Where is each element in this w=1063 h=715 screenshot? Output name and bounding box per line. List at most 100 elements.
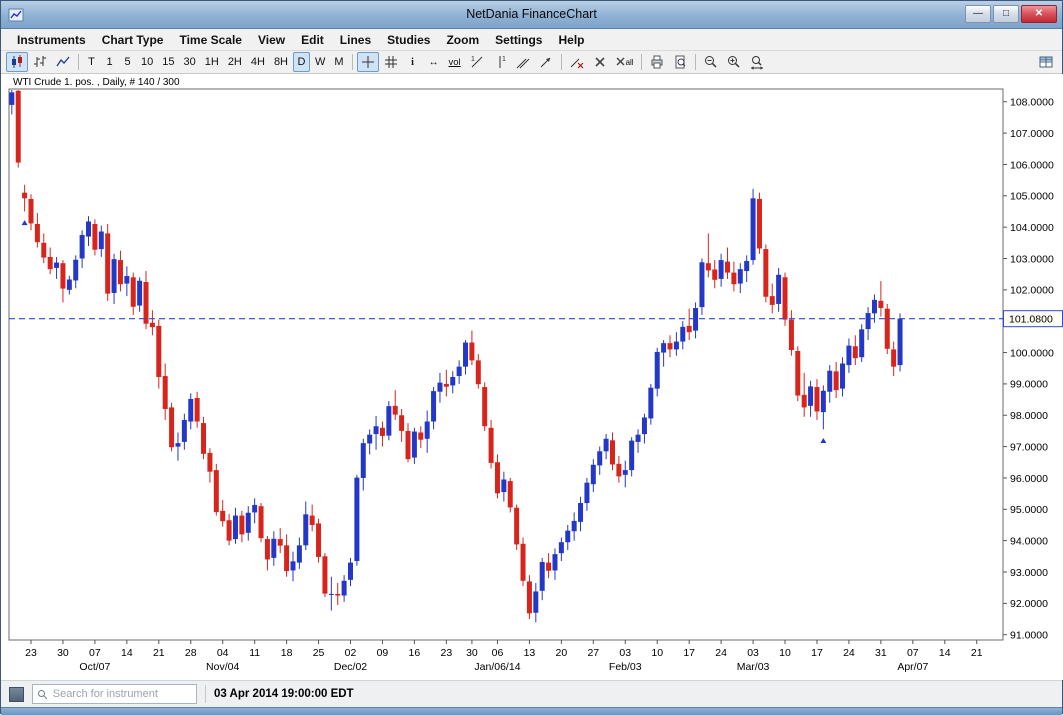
timestamp: 03 Apr 2014 19:00:00 EDT xyxy=(214,688,354,700)
workspace-grid-button[interactable] xyxy=(1035,52,1057,72)
timeframe-4H-button[interactable]: 4H xyxy=(247,52,269,72)
menu-chart-type[interactable]: Chart Type xyxy=(94,31,172,49)
timeframe-1-button[interactable]: 1 xyxy=(101,52,118,72)
svg-text:24: 24 xyxy=(843,647,855,659)
current-price-line: 101.0800 xyxy=(9,311,1063,327)
line-chart-icon xyxy=(55,54,71,70)
delete-x-icon xyxy=(592,54,608,70)
svg-text:Oct/07: Oct/07 xyxy=(79,661,110,673)
vertical-line-tool-button[interactable]: 1 xyxy=(489,52,511,72)
svg-text:25: 25 xyxy=(313,647,325,659)
line-chart-button[interactable] xyxy=(52,52,74,72)
svg-text:14: 14 xyxy=(121,647,133,659)
svg-text:11: 11 xyxy=(249,647,260,659)
title-bar[interactable]: NetDania FinanceChart — □ ✕ xyxy=(1,1,1062,29)
toolbar-separator xyxy=(641,54,642,70)
menu-bar: InstrumentsChart TypeTime ScaleViewEditL… xyxy=(1,29,1062,51)
svg-text:17: 17 xyxy=(683,647,695,659)
timeframe-8H-button[interactable]: 8H xyxy=(270,52,292,72)
svg-text:Apr/07: Apr/07 xyxy=(897,661,928,673)
svg-text:06: 06 xyxy=(492,647,504,659)
timeframe-5-button[interactable]: 5 xyxy=(119,52,136,72)
svg-text:31: 31 xyxy=(875,647,887,659)
svg-text:103.0000: 103.0000 xyxy=(1010,253,1054,265)
expand-horizontal-button[interactable]: ↔ xyxy=(424,52,444,72)
timeframe-W-button[interactable]: W xyxy=(311,52,329,72)
candlestick-chart-button[interactable] xyxy=(6,52,28,72)
vertical-line-icon: 1 xyxy=(492,54,508,70)
bar-chart-icon xyxy=(32,54,48,70)
panel-toggle-icon[interactable] xyxy=(9,687,24,702)
menu-help[interactable]: Help xyxy=(550,31,592,49)
delete-all-x-icon xyxy=(615,54,626,70)
trend-line-icon: 1 xyxy=(469,54,485,70)
channel-tool-button[interactable] xyxy=(512,52,534,72)
svg-text:93.0000: 93.0000 xyxy=(1010,567,1048,579)
zoom-fit-icon xyxy=(749,54,765,70)
menu-settings[interactable]: Settings xyxy=(487,31,550,49)
menu-zoom[interactable]: Zoom xyxy=(438,31,487,49)
menu-studies[interactable]: Studies xyxy=(379,31,438,49)
price-chart[interactable]: 91.000092.000093.000094.000095.000096.00… xyxy=(1,74,1063,680)
remove-line-button[interactable] xyxy=(566,52,588,72)
menu-time-scale[interactable]: Time Scale xyxy=(171,31,249,49)
svg-text:108.0000: 108.0000 xyxy=(1010,97,1054,109)
print-preview-button[interactable] xyxy=(669,52,691,72)
timeframe-T-button[interactable]: T xyxy=(83,52,100,72)
svg-text:09: 09 xyxy=(377,647,389,659)
maximize-button[interactable]: □ xyxy=(993,5,1019,23)
workspace-grid-icon xyxy=(1038,54,1054,70)
svg-text:03: 03 xyxy=(747,647,759,659)
menu-instruments[interactable]: Instruments xyxy=(9,31,94,49)
timeframe-group: T151015301H2H4H8HDWM xyxy=(83,52,348,72)
info-button[interactable]: i xyxy=(403,52,423,72)
menu-edit[interactable]: Edit xyxy=(293,31,332,49)
volume-button[interactable]: vol xyxy=(445,52,465,72)
zoom-fit-button[interactable] xyxy=(746,52,768,72)
bar-chart-button[interactable] xyxy=(29,52,51,72)
svg-text:03: 03 xyxy=(619,647,631,659)
window-controls: — □ ✕ xyxy=(965,5,1057,23)
svg-text:04: 04 xyxy=(217,647,229,659)
delete-button[interactable] xyxy=(589,52,611,72)
svg-text:24: 24 xyxy=(715,647,727,659)
svg-text:102.0000: 102.0000 xyxy=(1010,285,1054,297)
menu-view[interactable]: View xyxy=(250,31,293,49)
timeframe-15-button[interactable]: 15 xyxy=(158,52,178,72)
zoom-out-button[interactable] xyxy=(700,52,722,72)
search-input[interactable] xyxy=(51,687,192,701)
timeframe-10-button[interactable]: 10 xyxy=(137,52,157,72)
timeframe-1H-button[interactable]: 1H xyxy=(201,52,223,72)
delete-all-button[interactable]: all xyxy=(612,52,637,72)
svg-text:104.0000: 104.0000 xyxy=(1010,222,1054,234)
app-window: NetDania FinanceChart — □ ✕ InstrumentsC… xyxy=(0,0,1063,714)
svg-text:07: 07 xyxy=(89,647,101,659)
timeframe-30-button[interactable]: 30 xyxy=(180,52,200,72)
timeframe-2H-button[interactable]: 2H xyxy=(224,52,246,72)
timeframe-M-button[interactable]: M xyxy=(330,52,347,72)
svg-text:17: 17 xyxy=(811,647,823,659)
print-button[interactable] xyxy=(646,52,668,72)
search-icon xyxy=(37,689,47,700)
channel-icon xyxy=(515,54,531,70)
crosshair-button[interactable] xyxy=(357,52,379,72)
svg-text:10: 10 xyxy=(651,647,663,659)
instrument-search-box xyxy=(32,684,197,704)
trend-line-tool-button[interactable]: 1 xyxy=(466,52,488,72)
menu-lines[interactable]: Lines xyxy=(332,31,379,49)
ray-tool-button[interactable] xyxy=(535,52,557,72)
svg-text:98.0000: 98.0000 xyxy=(1010,410,1048,422)
candles-layer xyxy=(9,90,902,622)
svg-text:105.0000: 105.0000 xyxy=(1010,191,1054,203)
timeframe-D-button[interactable]: D xyxy=(293,52,310,72)
grid-toggle-button[interactable] xyxy=(380,52,402,72)
minimize-button[interactable]: — xyxy=(965,5,991,23)
window-title: NetDania FinanceChart xyxy=(1,7,1062,21)
svg-text:107.0000: 107.0000 xyxy=(1010,128,1054,140)
svg-text:10: 10 xyxy=(779,647,791,659)
close-button[interactable]: ✕ xyxy=(1021,5,1057,23)
zoom-in-button[interactable] xyxy=(723,52,745,72)
ray-arrow-icon xyxy=(538,54,554,70)
svg-text:27: 27 xyxy=(587,647,599,659)
svg-text:21: 21 xyxy=(153,647,165,659)
